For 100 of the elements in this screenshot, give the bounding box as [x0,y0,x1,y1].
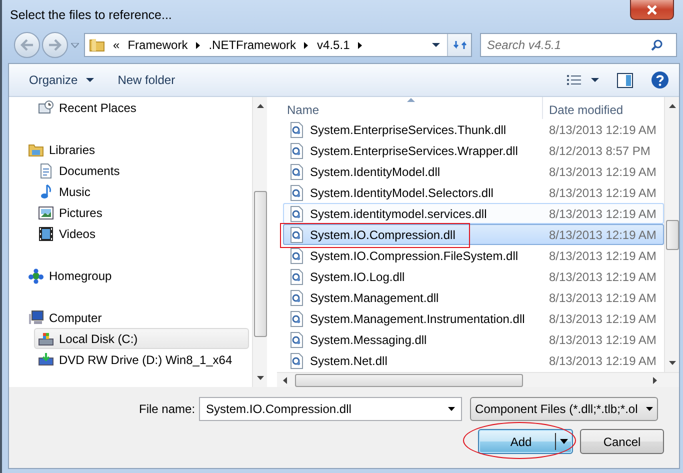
file-name: System.EnterpriseServices.Thunk.dll [310,122,506,138]
file-date: 8/13/2013 12:19 AM [548,184,656,202]
add-button[interactable]: Add [478,429,573,454]
scroll-up-icon[interactable] [256,104,264,108]
nav-item[interactable]: Local Disk (C:) [34,328,249,349]
chevron-icon[interactable] [358,42,363,48]
file-row[interactable]: System.Net.dll 8/13/2013 12:19 AM [283,350,664,371]
file-row[interactable]: System.Management.dll 8/13/2013 12:19 AM [283,287,664,308]
nav-item[interactable]: Documents [34,160,249,181]
dll-file-icon [289,268,305,284]
chevron-icon[interactable] [196,42,201,48]
file-date: 8/13/2013 12:19 AM [548,206,656,222]
document-icon [38,162,54,178]
film-icon [38,226,54,242]
search-icon [651,39,663,51]
library-folder-icon [28,142,44,158]
close-icon [646,4,658,14]
file-date: 8/13/2013 12:19 AM [548,248,656,264]
nav-item[interactable]: Recent Places [34,97,249,118]
file-row[interactable]: System.EnterpriseServices.Thunk.dll 8/13/2013 12:19 AM [283,119,664,140]
scrollbar[interactable] [252,97,267,387]
address-dropdown-icon[interactable] [432,42,440,48]
breadcrumb[interactable]: v4.5.1 [313,36,354,54]
breadcrumb[interactable]: Framework [124,36,192,54]
network-icon [28,268,44,284]
view-dropdown-icon[interactable] [591,78,599,82]
nav-item[interactable]: DVD RW Drive (D:) Win8_1_x64 [34,349,249,370]
scrollbar-thumb[interactable] [295,374,523,386]
computer-icon [28,310,44,326]
music-note-icon [38,184,54,200]
file-date: 8/13/2013 12:19 AM [548,164,656,180]
file-name: System.IdentityModel.Selectors.dll [310,184,494,202]
view-list-icon[interactable] [567,74,581,86]
help-icon[interactable] [651,71,669,89]
search-field[interactable]: Search v4.5.1 [480,33,677,57]
scroll-up-icon[interactable] [668,104,676,108]
file-row[interactable]: System.Messaging.dll 8/13/2013 12:19 AM [283,329,664,350]
sort-arrow-icon [407,98,415,102]
refresh-button[interactable] [447,34,471,56]
nav-item[interactable]: Computer [24,307,249,328]
dll-file-icon [289,142,305,158]
nav-item[interactable]: Libraries [24,139,249,160]
column-header[interactable]: Name [277,97,542,119]
scroll-left-icon[interactable] [283,376,287,384]
window-title: Select the files to reference... [10,7,172,24]
file-name: System.Net.dll [310,352,388,370]
file-type-dropdown[interactable]: Component Files (*.dll;*.tlb;*.ol [470,397,658,421]
breadcrumb[interactable]: .NETFramework [204,36,300,54]
file-name: System.IO.Compression.FileSystem.dll [310,248,518,264]
file-name: System.IO.Log.dll [310,268,405,286]
dll-file-icon [289,352,305,368]
dropdown-icon [646,407,654,411]
drive-icon [38,352,54,368]
chevron-icon[interactable] [304,42,310,48]
file-date: 8/12/2013 8:57 PM [548,142,650,160]
file-date: 8/13/2013 12:19 AM [548,226,656,244]
dll-file-icon [289,248,305,264]
folder-icon [89,38,105,52]
preview-pane-icon[interactable] [617,72,633,88]
scroll-right-icon[interactable] [653,376,657,384]
file-row[interactable]: System.EnterpriseServices.Wrapper.dll 8/12/2013 8:57 PM [283,140,664,161]
scrollbar-thumb[interactable] [666,220,678,250]
file-row[interactable]: System.IdentityModel.Selectors.dll 8/13/2013 12:19 AM [283,182,664,203]
file-name-field[interactable]: System.IO.Compression.dll [199,397,462,421]
close-button[interactable] [630,0,674,20]
scroll-down-icon[interactable] [668,361,676,365]
file-name: System.Management.dll [310,290,439,306]
dll-file-icon [289,164,305,180]
address-overflow[interactable]: « [109,36,124,54]
nav-item[interactable]: Videos [34,223,249,244]
organize-button[interactable]: Organize [21,69,102,91]
picture-icon [38,204,54,220]
nav-item[interactable]: Pictures [34,202,249,223]
cancel-button[interactable]: Cancel [580,429,664,454]
search-input[interactable]: Search v4.5.1 [481,36,651,54]
file-name: System.EnterpriseServices.Wrapper.dll [310,142,518,160]
file-row[interactable]: System.IdentityModel.dll 8/13/2013 12:19 AM [283,161,664,182]
file-row[interactable]: System.IO.Log.dll 8/13/2013 12:19 AM [283,266,664,287]
scroll-down-icon[interactable] [256,376,264,380]
dll-file-icon [289,184,305,200]
new-folder-button[interactable]: New folder [110,69,184,91]
file-date: 8/13/2013 12:19 AM [548,290,656,306]
dll-file-icon [289,332,305,348]
nav-item[interactable]: Music [34,181,249,202]
scrollbar[interactable] [277,372,679,387]
file-row[interactable]: System.Management.Instrumentation.dll 8/13/2013 12:19 AM [283,308,664,329]
file-row[interactable]: System.IO.Compression.dll 8/13/2013 12:19 AM [283,224,664,245]
back-arrow-icon [20,39,34,51]
file-row[interactable]: System.IO.Compression.FileSystem.dll 8/13/2013 12:19 AM [283,245,664,266]
scrollbar-thumb[interactable] [254,191,266,337]
caret-icon [86,78,94,82]
file-row[interactable]: System.identitymodel.services.dll 8/13/2013 12:19 AM [283,203,664,224]
field-label: File name: [139,401,196,418]
dll-file-icon [289,122,305,138]
file-name: System.IdentityModel.dll [310,164,440,180]
scrollbar[interactable] [664,97,679,372]
file-date: 8/13/2013 12:19 AM [548,122,656,138]
dll-file-icon [289,310,305,326]
refresh-icon [452,39,466,51]
nav-item[interactable]: Homegroup [24,265,249,286]
